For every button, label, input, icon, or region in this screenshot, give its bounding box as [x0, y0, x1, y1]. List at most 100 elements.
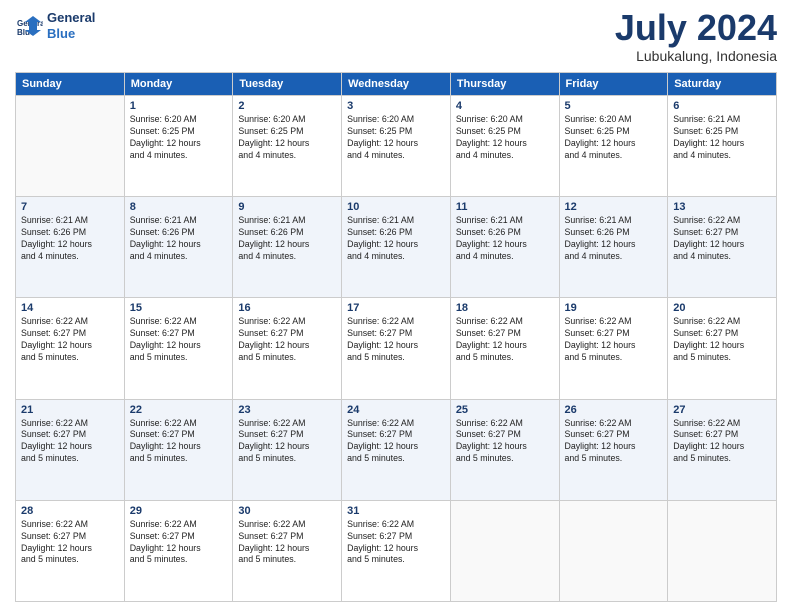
day-number: 14 [21, 302, 119, 314]
day-info: Sunrise: 6:22 AMSunset: 6:27 PMDaylight:… [238, 316, 336, 364]
day-info: Sunrise: 6:22 AMSunset: 6:27 PMDaylight:… [673, 215, 771, 263]
day-cell: 12 Sunrise: 6:21 AMSunset: 6:26 PMDayligh… [559, 197, 668, 298]
day-info: Sunrise: 6:22 AMSunset: 6:27 PMDaylight:… [565, 418, 663, 466]
day-cell: 10Sunrise: 6:21 AMSunset: 6:26 PMDayligh… [342, 197, 451, 298]
logo-icon: General Blue [15, 12, 43, 40]
day-number: 6 [673, 100, 771, 112]
day-number: 21 [21, 404, 119, 416]
col-header-saturday: Saturday [668, 73, 777, 96]
day-number: 8 [130, 201, 228, 213]
week-row-3: 14 Sunrise: 6:22 AMSunset: 6:27 PMDayligh… [16, 298, 777, 399]
day-info: Sunrise: 6:22 AMSunset: 6:27 PMDaylight:… [238, 519, 336, 567]
day-cell: 9Sunrise: 6:21 AMSunset: 6:26 PMDaylight… [233, 197, 342, 298]
day-number: 23 [238, 404, 336, 416]
day-cell [668, 500, 777, 601]
day-cell: 20 Sunrise: 6:22 AMSunset: 6:27 PMDayligh… [668, 298, 777, 399]
day-cell: 31Sunrise: 6:22 AMSunset: 6:27 PMDayligh… [342, 500, 451, 601]
day-cell: 2 Sunrise: 6:20 AMSunset: 6:25 PMDaylight… [233, 96, 342, 197]
col-header-tuesday: Tuesday [233, 73, 342, 96]
day-number: 3 [347, 100, 445, 112]
day-cell: 23 Sunrise: 6:22 AMSunset: 6:27 PMDayligh… [233, 399, 342, 500]
day-info: Sunrise: 6:22 AMSunset: 6:27 PMDaylight:… [347, 418, 445, 466]
day-cell: 15 Sunrise: 6:22 AMSunset: 6:27 PMDayligh… [124, 298, 233, 399]
day-cell [16, 96, 125, 197]
day-info: Sunrise: 6:20 AMSunset: 6:25 PMDaylight:… [456, 114, 554, 162]
col-header-sunday: Sunday [16, 73, 125, 96]
day-number: 5 [565, 100, 663, 112]
day-number: 19 [565, 302, 663, 314]
day-cell: 27 Sunrise: 6:22 AMSunset: 6:27 PMDayligh… [668, 399, 777, 500]
day-cell: 22Sunrise: 6:22 AMSunset: 6:27 PMDayligh… [124, 399, 233, 500]
day-info: Sunrise: 6:22 AMSunset: 6:27 PMDaylight:… [673, 418, 771, 466]
week-row-4: 21 Sunrise: 6:22 AMSunset: 6:27 PMDayligh… [16, 399, 777, 500]
day-number: 29 [130, 505, 228, 517]
day-number: 2 [238, 100, 336, 112]
day-cell: 29 Sunrise: 6:22 AMSunset: 6:27 PMDayligh… [124, 500, 233, 601]
month-year-title: July 2024 [615, 10, 777, 46]
day-number: 28 [21, 505, 119, 517]
logo: General Blue General Blue [15, 10, 95, 41]
day-info: Sunrise: 6:21 AMSunset: 6:26 PMDaylight:… [21, 215, 119, 263]
day-number: 15 [130, 302, 228, 314]
day-number: 7 [21, 201, 119, 213]
day-number: 20 [673, 302, 771, 314]
day-cell: 13 Sunrise: 6:22 AMSunset: 6:27 PMDayligh… [668, 197, 777, 298]
day-number: 18 [456, 302, 554, 314]
col-header-thursday: Thursday [450, 73, 559, 96]
day-info: Sunrise: 6:22 AMSunset: 6:27 PMDaylight:… [673, 316, 771, 364]
day-cell: 6Sunrise: 6:21 AMSunset: 6:25 PMDaylight… [668, 96, 777, 197]
week-row-2: 7 Sunrise: 6:21 AMSunset: 6:26 PMDaylight… [16, 197, 777, 298]
week-row-1: 1Sunrise: 6:20 AMSunset: 6:25 PMDaylight… [16, 96, 777, 197]
day-number: 31 [347, 505, 445, 517]
day-number: 24 [347, 404, 445, 416]
day-number: 25 [456, 404, 554, 416]
day-info: Sunrise: 6:20 AMSunset: 6:25 PMDaylight:… [565, 114, 663, 162]
logo-text: General Blue [47, 10, 95, 41]
day-number: 27 [673, 404, 771, 416]
day-number: 4 [456, 100, 554, 112]
day-info: Sunrise: 6:22 AMSunset: 6:27 PMDaylight:… [130, 519, 228, 567]
day-cell: 3 Sunrise: 6:20 AMSunset: 6:25 PMDaylight… [342, 96, 451, 197]
day-cell: 26 Sunrise: 6:22 AMSunset: 6:27 PMDayligh… [559, 399, 668, 500]
day-number: 16 [238, 302, 336, 314]
day-info: Sunrise: 6:20 AMSunset: 6:25 PMDaylight:… [238, 114, 336, 162]
day-cell: 21 Sunrise: 6:22 AMSunset: 6:27 PMDayligh… [16, 399, 125, 500]
header-row: SundayMondayTuesdayWednesdayThursdayFrid… [16, 73, 777, 96]
day-info: Sunrise: 6:21 AMSunset: 6:26 PMDaylight:… [130, 215, 228, 263]
day-info: Sunrise: 6:21 AMSunset: 6:26 PMDaylight:… [238, 215, 336, 263]
day-info: Sunrise: 6:22 AMSunset: 6:27 PMDaylight:… [238, 418, 336, 466]
day-info: Sunrise: 6:22 AMSunset: 6:27 PMDaylight:… [21, 316, 119, 364]
day-cell: 8 Sunrise: 6:21 AMSunset: 6:26 PMDaylight… [124, 197, 233, 298]
day-number: 22 [130, 404, 228, 416]
day-info: Sunrise: 6:20 AMSunset: 6:25 PMDaylight:… [347, 114, 445, 162]
day-cell: 18 Sunrise: 6:22 AMSunset: 6:27 PMDayligh… [450, 298, 559, 399]
day-cell: 5 Sunrise: 6:20 AMSunset: 6:25 PMDaylight… [559, 96, 668, 197]
day-cell: 25 Sunrise: 6:22 AMSunset: 6:27 PMDayligh… [450, 399, 559, 500]
day-cell: 14 Sunrise: 6:22 AMSunset: 6:27 PMDayligh… [16, 298, 125, 399]
day-number: 30 [238, 505, 336, 517]
col-header-friday: Friday [559, 73, 668, 96]
day-cell [559, 500, 668, 601]
day-info: Sunrise: 6:22 AMSunset: 6:27 PMDaylight:… [565, 316, 663, 364]
day-info: Sunrise: 6:22 AMSunset: 6:27 PMDaylight:… [21, 418, 119, 466]
day-info: Sunrise: 6:22 AMSunset: 6:27 PMDaylight:… [130, 316, 228, 364]
day-number: 13 [673, 201, 771, 213]
day-number: 17 [347, 302, 445, 314]
day-cell: 17Sunrise: 6:22 AMSunset: 6:27 PMDayligh… [342, 298, 451, 399]
day-info: Sunrise: 6:21 AMSunset: 6:26 PMDaylight:… [456, 215, 554, 263]
day-number: 26 [565, 404, 663, 416]
location-title: Lubukalung, Indonesia [615, 48, 777, 64]
day-info: Sunrise: 6:22 AMSunset: 6:27 PMDaylight:… [21, 519, 119, 567]
day-info: Sunrise: 6:22 AMSunset: 6:27 PMDaylight:… [456, 418, 554, 466]
day-number: 12 [565, 201, 663, 213]
day-info: Sunrise: 6:22 AMSunset: 6:27 PMDaylight:… [456, 316, 554, 364]
day-cell: 19 Sunrise: 6:22 AMSunset: 6:27 PMDayligh… [559, 298, 668, 399]
day-cell: 11Sunrise: 6:21 AMSunset: 6:26 PMDayligh… [450, 197, 559, 298]
title-block: July 2024 Lubukalung, Indonesia [615, 10, 777, 64]
day-info: Sunrise: 6:21 AMSunset: 6:26 PMDaylight:… [565, 215, 663, 263]
day-info: Sunrise: 6:20 AMSunset: 6:25 PMDaylight:… [130, 114, 228, 162]
calendar-table: SundayMondayTuesdayWednesdayThursdayFrid… [15, 72, 777, 602]
col-header-monday: Monday [124, 73, 233, 96]
header: General Blue General Blue July 2024 Lubu… [15, 10, 777, 64]
calendar-page: General Blue General Blue July 2024 Lubu… [0, 0, 792, 612]
